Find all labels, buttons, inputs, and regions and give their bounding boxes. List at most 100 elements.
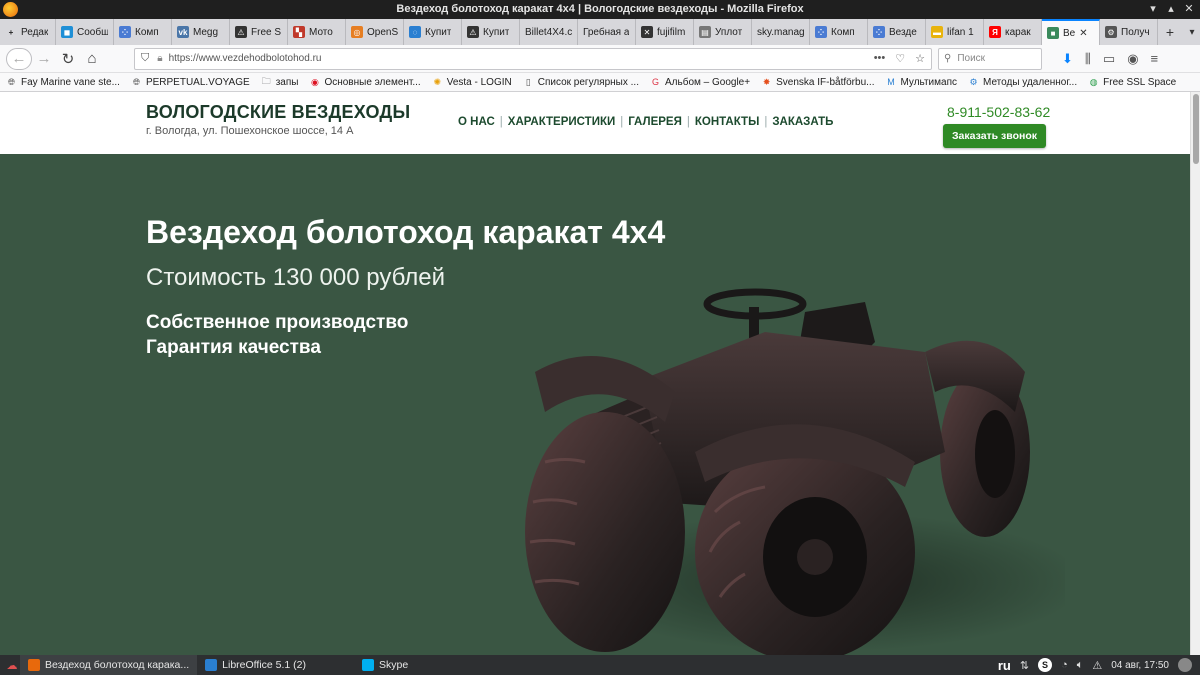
bookmark-label: Fay Marine vane ste... [21,76,120,88]
search-input[interactable]: ⚲ Поиск [938,47,1042,70]
phone-number[interactable]: 8-911-502-83-62 [947,104,1050,120]
maximize-icon[interactable]: ▴ [1166,0,1176,19]
keyboard-layout[interactable]: ru [998,658,1011,673]
tab-17[interactable]: Якарак [984,19,1042,45]
menu-separator: | [620,116,624,128]
taskbar-item-libreoffice[interactable]: LibreOffice 5.1 (2) [197,655,314,675]
bookmark-label: Мультимапс [900,76,957,88]
sidebar-icon[interactable]: ▭ [1103,51,1115,67]
lock-icon[interactable]: 🔒︎ [157,53,162,64]
tab-1[interactable]: ◼ Сообщ [56,19,114,45]
search-icon: ⚲ [944,53,952,64]
os-taskbar: ☁ Вездеход болотоход карака... LibreOffic… [0,655,1200,675]
bookmark-item[interactable]: ✺ Vesta - LOGIN [432,77,511,88]
taskbar-item-skype[interactable]: Skype [354,655,416,675]
bookmark-item[interactable]: ⚙ Методы удаленног... [968,77,1077,88]
menu-link-about[interactable]: О НАС [458,116,495,128]
tab-4[interactable]: ⚠ Free S [230,19,288,45]
skype-tray-icon[interactable]: S [1038,658,1053,672]
menu-link-specs[interactable]: ХАРАКТЕРИСТИКИ [508,116,615,128]
menu-separator: | [499,116,503,128]
bookmark-label: Альбом – Google+ [665,76,751,88]
close-icon[interactable]: ✕ [1184,0,1194,19]
new-tab-button[interactable]: + [1158,19,1182,45]
tab-15[interactable]: ⁘ Везде [868,19,926,45]
tab-label: Купит [483,26,510,38]
taskbar-item-firefox[interactable]: Вездеход болотоход карака... [20,655,198,675]
site-brand[interactable]: ВОЛОГОДСКИЕ ВЕЗДЕХОДЫ г. Вологда, ул. По… [146,102,410,137]
site-menu: О НАС | ХАРАКТЕРИСТИКИ | ГАЛЕРЕЯ | КОНТАКТЫ | ЗА… [458,116,833,128]
tab-10[interactable]: Гребная а [578,19,636,45]
bookmark-star-icon[interactable]: ☆ [915,52,925,65]
tab-7[interactable]: ◌ Купит [404,19,462,45]
tab-9[interactable]: Billet4X4.c [520,19,578,45]
tab-6[interactable]: ◎ OpenS [346,19,404,45]
back-button[interactable]: ← [6,47,32,70]
app-launcher-icon[interactable]: ☁ [4,658,20,672]
tab-0[interactable]: + Редак [0,19,56,45]
bookmark-item[interactable]: G Альбом – Google+ [650,77,750,88]
tab-label: Комп [831,26,855,38]
bookmark-item[interactable]: 🌐︎ Fay Marine vane ste... [6,77,120,88]
toolbar-right: ⬇ ⫼ ▭ ◉ ≡ [1062,51,1158,67]
tab-14[interactable]: ⁘ Комп [810,19,868,45]
tab-label: Сообщ [77,26,108,38]
bookmark-item[interactable]: ◍ Free SSL Space [1088,77,1176,88]
map-icon: M [887,77,895,87]
menu-link-order[interactable]: ЗАКАЗАТЬ [772,116,833,128]
folder-icon: 🗀︎ [261,76,271,86]
tab-label: Уплот [715,26,743,38]
scrollbar-thumb[interactable] [1193,94,1199,164]
tab-13[interactable]: sky.manag [752,19,810,45]
reload-button[interactable]: ↻ [56,48,80,70]
minimize-icon[interactable]: ▾ [1148,0,1158,19]
menu-link-contacts[interactable]: КОНТАКТЫ [695,116,759,128]
user-avatar[interactable] [1178,658,1192,672]
swirl-icon: ◌ [409,26,421,38]
tab-8[interactable]: ⚠ Купит [462,19,520,45]
home-button[interactable]: ⌂ [80,48,104,70]
close-tab-icon[interactable]: ✕ [1079,28,1087,39]
bookmark-item[interactable]: ▯ Список регулярных ... [523,77,639,88]
sync-icon[interactable]: ⇅ [1020,659,1029,672]
notifications-icon[interactable]: ⚠ [1092,659,1102,672]
gplus-icon: G [651,77,659,87]
bookmark-item[interactable]: ✸ Svenska IF-båtförbu... [761,77,875,88]
library-icon[interactable]: ⫼ [1085,51,1091,67]
tab-11[interactable]: ✕ fujifilm [636,19,694,45]
web-page: ВОЛОГОДСКИЕ ВЕЗДЕХОДЫ г. Вологда, ул. По… [0,92,1190,655]
page-scrollbar[interactable] [1190,92,1200,655]
wifi-icon[interactable]: ◔ [1061,659,1068,671]
menu-link-gallery[interactable]: ГАЛЕРЕЯ [628,116,682,128]
bookmark-item[interactable]: 🌐︎ PERPETUAL.VOYAGE [131,77,250,88]
tab-2[interactable]: ⁘ Комп [114,19,172,45]
bookmark-item[interactable]: ◉ Основные элемент... [309,77,421,88]
download-icon[interactable]: ⬇ [1062,51,1073,67]
tab-3[interactable]: vk Megg [172,19,230,45]
page-actions-icon[interactable]: ••• [874,52,886,65]
volume-icon[interactable]: 🔈︎ [1077,659,1084,672]
shield-icon[interactable]: ⛉ [141,52,149,65]
tab-12[interactable]: ▤ Уплот [694,19,752,45]
bookmark-label: запы [275,76,299,88]
bookmarks-toolbar: 🌐︎ Fay Marine vane ste... 🌐︎ PERPETUAL.VOYA… [0,73,1200,92]
menu-icon[interactable]: ≡ [1151,51,1159,66]
tab-18[interactable]: ■ Ве ✕ [1042,19,1100,45]
pocket-icon[interactable]: ♡ [895,52,905,65]
tab-5[interactable]: ▚ Мото [288,19,346,45]
url-text[interactable]: https://www.vezdehodbolotohod.ru [169,53,874,64]
tab-list-button[interactable]: ▾ [1182,19,1200,45]
window-controls: ▾ ▴ ✕ [1148,0,1194,19]
forward-button[interactable]: → [32,48,56,70]
url-bar[interactable]: ⛉ 🔒︎ https://www.vezdehodbolotohod.ru ••… [134,47,932,70]
brand-name: ВОЛОГОДСКИЕ ВЕЗДЕХОДЫ [146,102,411,122]
callback-button[interactable]: Заказать звонок [943,124,1046,148]
tab-19[interactable]: ⚙ Получ [1100,19,1158,45]
bookmark-item[interactable]: M Мультимапс [885,77,957,88]
bookmark-item[interactable]: 🗀︎ запы [261,76,299,88]
clock[interactable]: 04 авг, 17:50 [1111,660,1169,671]
account-icon[interactable]: ◉ [1127,51,1138,67]
arrow-right-icon: → [36,50,52,67]
tab-16[interactable]: ▬ lifan 1 [926,19,984,45]
square-icon: ■ [1047,27,1059,39]
